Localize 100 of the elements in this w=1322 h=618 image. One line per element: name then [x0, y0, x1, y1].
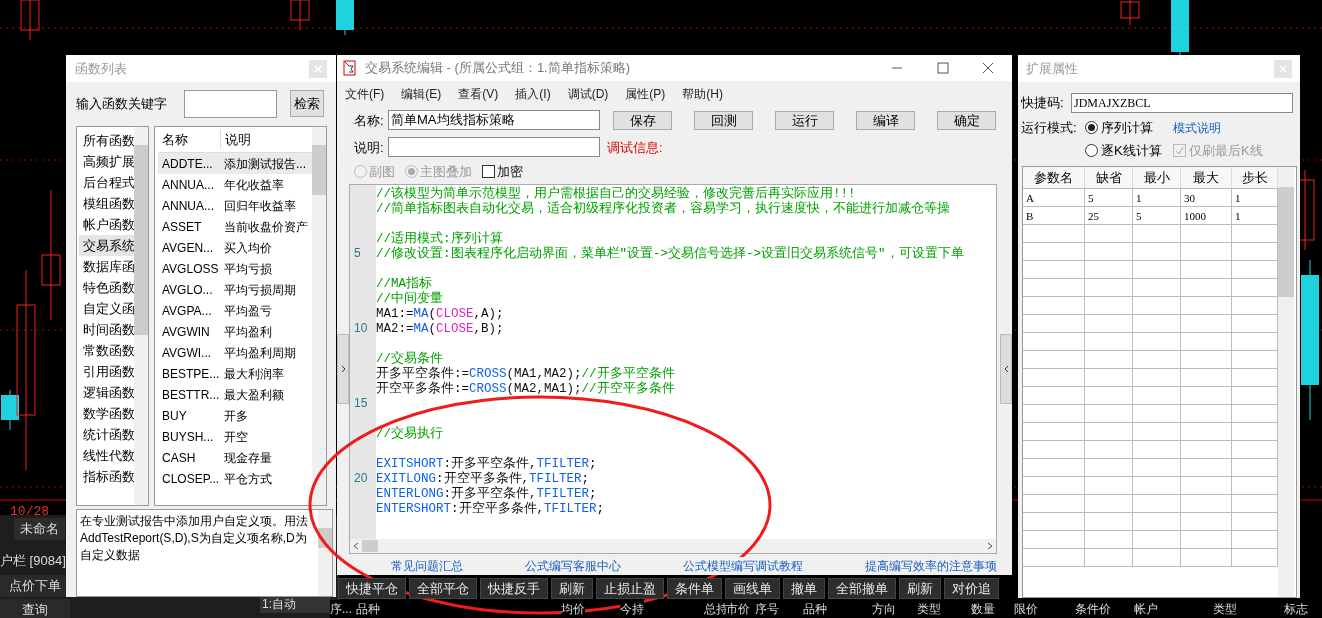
trade-button[interactable]: 撤单: [783, 577, 825, 599]
category-item[interactable]: 所有函数: [79, 130, 134, 151]
function-row[interactable]: CASH 现金存量: [158, 447, 312, 468]
collapse-right-button[interactable]: [1000, 334, 1012, 404]
help-link[interactable]: 模式说明: [1173, 118, 1300, 137]
column-header[interactable]: 步长: [1232, 167, 1278, 188]
function-row[interactable]: ADDTE... 添加测试报告...: [158, 153, 312, 174]
category-item[interactable]: 模组函数: [79, 193, 134, 214]
toolbar-button[interactable]: 回测: [694, 111, 753, 130]
function-row[interactable]: AVGLOSS 平均亏损: [158, 258, 312, 279]
scrollbar-thumb[interactable]: [362, 539, 378, 552]
toolbar-button[interactable]: 运行: [775, 111, 834, 130]
radio-button[interactable]: [1085, 143, 1098, 157]
column-header[interactable]: 名称: [158, 129, 220, 150]
horizontal-scrollbar[interactable]: [350, 538, 996, 553]
category-item[interactable]: 帐户函数: [79, 214, 134, 235]
sidebar-button[interactable]: 查询: [0, 599, 70, 618]
category-item[interactable]: 交易系统: [79, 235, 134, 256]
function-row[interactable]: AVGWIN 平均盈利: [158, 321, 312, 342]
menu-item[interactable]: 编辑(E): [401, 84, 442, 103]
search-button[interactable]: 检索: [290, 90, 324, 117]
function-row[interactable]: ANNUA... 年化收益率: [158, 174, 312, 195]
scrollbar[interactable]: [1278, 167, 1294, 597]
name-field[interactable]: 简单MA均线指标策略: [388, 110, 600, 131]
help-link[interactable]: 提高编写效率的注意事项: [865, 557, 997, 575]
category-item[interactable]: 引用函数: [79, 361, 134, 382]
trade-button[interactable]: 快捷平仓: [338, 577, 406, 599]
category-item[interactable]: 常数函数: [79, 340, 134, 361]
column-header[interactable]: 最大: [1181, 167, 1232, 188]
column-header[interactable]: 帐户: [1134, 600, 1159, 618]
function-row[interactable]: BESTPE... 最大利润率: [158, 363, 312, 384]
function-row[interactable]: BUY 开多: [158, 405, 312, 426]
checkbox[interactable]: [482, 165, 495, 178]
collapse-left-button[interactable]: [337, 334, 349, 404]
trade-button[interactable]: 全部撤单: [828, 577, 896, 599]
help-link[interactable]: 公式编写客服中心: [525, 557, 621, 575]
category-item[interactable]: 特色函数: [79, 277, 134, 298]
function-row[interactable]: BESTTR... 最大盈利额: [158, 384, 312, 405]
column-header[interactable]: 缺省: [1085, 167, 1133, 188]
column-header[interactable]: 最小: [1133, 167, 1181, 188]
column-header[interactable]: 市价: [726, 600, 751, 618]
search-field[interactable]: [184, 89, 277, 118]
scrollbar[interactable]: [318, 510, 332, 596]
radio-button[interactable]: [1085, 121, 1098, 135]
function-row[interactable]: ANNUA... 回归年收益率: [158, 195, 312, 216]
category-item[interactable]: 指标函数: [79, 466, 134, 487]
category-item[interactable]: 数学函数: [79, 403, 134, 424]
category-item[interactable]: 后台程式: [79, 172, 134, 193]
trade-button[interactable]: 画线单: [725, 577, 780, 599]
trade-button[interactable]: 止损止盈: [596, 577, 664, 599]
toolbar-button[interactable]: 编译: [856, 111, 915, 130]
scrollbar[interactable]: [312, 127, 326, 505]
trade-button[interactable]: 刷新: [899, 577, 941, 599]
scrollbar[interactable]: [134, 127, 148, 505]
shortcut-field[interactable]: JDMAJXZBCL: [1071, 93, 1293, 113]
category-item[interactable]: 数据库函: [79, 256, 134, 277]
function-row[interactable]: ASSET 当前收盘价资产: [158, 216, 312, 237]
function-row[interactable]: AVGEN... 买入均价: [158, 237, 312, 258]
column-header[interactable]: 今持: [620, 600, 645, 618]
function-row[interactable]: AVGLO... 平均亏损周期: [158, 279, 312, 300]
column-header[interactable]: 限价: [1013, 600, 1038, 618]
column-header[interactable]: 均价: [561, 600, 586, 618]
trade-button[interactable]: 快捷反手: [480, 577, 548, 599]
category-item[interactable]: 线性代数: [79, 445, 134, 466]
help-link[interactable]: 公式模型编写调试教程: [683, 557, 803, 575]
help-link[interactable]: 常见问题汇总: [391, 557, 463, 575]
category-item[interactable]: 统计函数: [79, 424, 134, 445]
toolbar-button[interactable]: 确定: [937, 111, 996, 130]
category-item[interactable]: 自定义函: [79, 298, 134, 319]
category-item[interactable]: 高频扩展: [79, 151, 134, 172]
column-header[interactable]: 类型: [1213, 600, 1238, 618]
close-button[interactable]: [309, 59, 327, 78]
description-field[interactable]: [388, 137, 600, 158]
menu-item[interactable]: 调试(D): [567, 84, 609, 103]
column-header[interactable]: 方向: [872, 600, 897, 618]
function-row[interactable]: CLOSEP... 平仓方式: [158, 468, 312, 489]
code-editor[interactable]: [349, 184, 997, 554]
close-button[interactable]: [1274, 59, 1292, 78]
column-header[interactable]: 品种: [802, 600, 827, 618]
tab[interactable]: 未命名: [14, 518, 65, 540]
function-row[interactable]: AVGWI... 平均盈利周期: [158, 342, 312, 363]
menu-item[interactable]: 属性(P): [625, 84, 666, 103]
trade-button[interactable]: 刷新: [551, 577, 593, 599]
menu-item[interactable]: 帮助(H): [682, 84, 723, 103]
trade-button[interactable]: 全部平仓: [409, 577, 477, 599]
function-row[interactable]: BUYSH... 开空: [158, 426, 312, 447]
menu-item[interactable]: 查看(V): [458, 84, 499, 103]
category-item[interactable]: 时间函数: [79, 319, 134, 340]
column-header[interactable]: 品种: [355, 600, 380, 618]
toolbar-button[interactable]: 保存: [613, 111, 672, 130]
trade-button[interactable]: 对价追: [944, 577, 999, 599]
menu-item[interactable]: 文件(F): [345, 84, 385, 103]
column-header[interactable]: 参数名: [1023, 167, 1085, 188]
function-row[interactable]: AVGPA... 平均盈亏: [158, 300, 312, 321]
trade-button[interactable]: 条件单: [667, 577, 722, 599]
column-header[interactable]: 条件价: [1074, 600, 1111, 618]
column-header[interactable]: 数量: [971, 600, 995, 618]
column-header[interactable]: 序...: [330, 600, 352, 618]
column-header[interactable]: 说明: [220, 129, 251, 150]
category-item[interactable]: 逻辑函数: [79, 382, 134, 403]
